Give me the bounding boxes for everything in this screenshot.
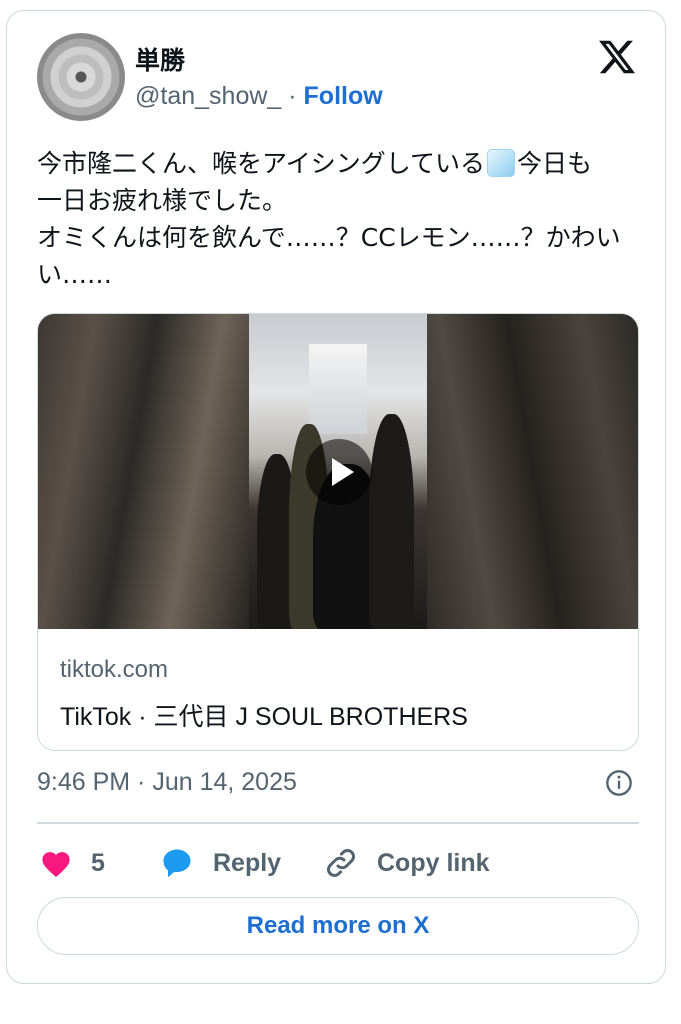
video-thumbnail[interactable] — [38, 314, 638, 629]
video-blur-left — [38, 314, 249, 629]
read-more-button[interactable]: Read more on X — [37, 897, 639, 955]
hallway — [309, 344, 367, 434]
author-handle-row: @tan_show_ · Follow — [135, 82, 383, 111]
link-domain: tiktok.com — [60, 656, 169, 683]
tweet-text: 今市隆二くん、喉をアイシングしている 今日も 一日お疲れ様でした。 オミくんは何を… — [37, 145, 647, 293]
like-button[interactable]: 5 — [39, 843, 105, 883]
tweet-text-part1: 今市隆二くん、喉をアイシングしている — [37, 149, 486, 178]
follow-link[interactable]: Follow — [304, 82, 383, 110]
heart-icon — [42, 852, 70, 878]
avatar[interactable] — [37, 33, 125, 121]
reply-label: Reply — [213, 848, 282, 877]
copy-link-button[interactable]: Copy link — [323, 843, 490, 883]
divider — [37, 822, 639, 824]
link-chain-icon — [327, 849, 355, 877]
reply-button[interactable]: Reply — [159, 843, 281, 883]
tweet-timestamp[interactable]: 9:46 PM · Jun 14, 2025 — [37, 768, 297, 797]
link-title[interactable]: TikTok · 三代目 J SOUL BROTHERS — [60, 697, 468, 733]
embedded-tweet-card: 単勝 @tan_show_ · Follow 今市隆二くん、喉をアイシングしてい… — [6, 10, 666, 984]
like-count: 5 — [91, 848, 105, 877]
person-figure — [369, 414, 414, 629]
video-blur-right — [427, 314, 638, 629]
ice-cube-icon — [487, 149, 516, 177]
reply-bubble-icon — [163, 849, 191, 878]
info-icon[interactable] — [605, 769, 633, 797]
copy-link-label: Copy link — [377, 848, 490, 877]
handle-separator: · — [281, 82, 304, 110]
x-logo-icon[interactable] — [597, 37, 637, 77]
author-name[interactable]: 単勝 — [135, 41, 185, 77]
author-handle[interactable]: @tan_show_ — [135, 82, 281, 110]
play-button-icon[interactable] — [306, 439, 372, 505]
link-preview-card[interactable]: tiktok.com TikTok · 三代目 J SOUL BROTHERS — [37, 313, 639, 751]
